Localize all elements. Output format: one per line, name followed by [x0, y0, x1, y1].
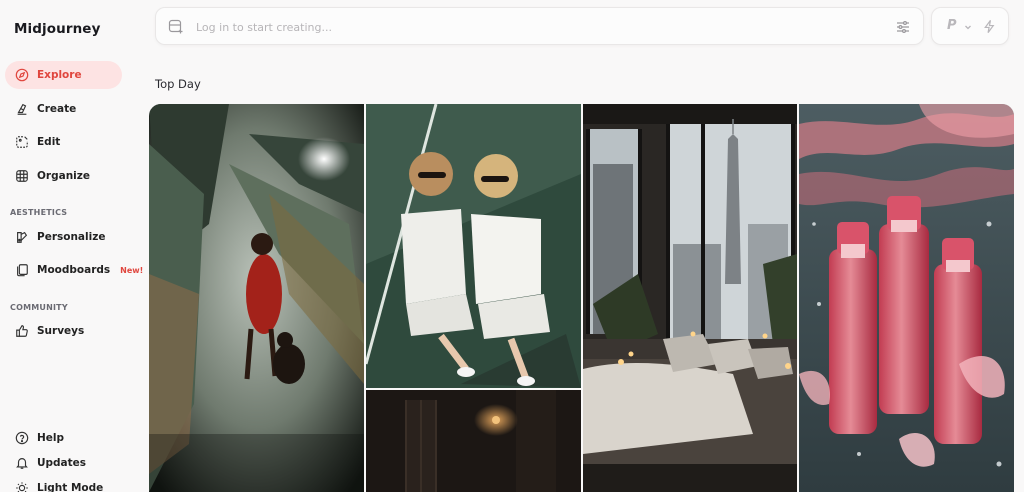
- new-badge: New!: [120, 265, 144, 275]
- sidebar-item-label: Edit: [37, 136, 61, 148]
- gallery-image-pink-bottles[interactable]: [799, 104, 1014, 492]
- settings-sliders-icon[interactable]: [895, 19, 911, 35]
- moodboard-icon: [17, 264, 28, 277]
- sidebar-item-label: Create: [37, 103, 77, 115]
- prompt-input[interactable]: [196, 18, 886, 36]
- lightning-icon[interactable]: [982, 19, 997, 34]
- sidebar-item-label: Light Mode: [37, 482, 104, 492]
- sidebar-item-organize[interactable]: Organize: [5, 162, 122, 190]
- bell-icon: [16, 458, 28, 469]
- help-icon: [15, 431, 29, 445]
- prompt-bar: [155, 7, 924, 45]
- sidebar-item-label: Surveys: [37, 325, 85, 337]
- sidebar-item-light-mode[interactable]: Light Mode: [5, 474, 122, 492]
- section-title: Top Day: [155, 77, 201, 91]
- sidebar-item-label: Moodboards: [37, 264, 111, 276]
- sidebar-item-create[interactable]: Create: [5, 95, 122, 123]
- sun-icon: [16, 482, 28, 492]
- personalize-icon: [17, 231, 28, 243]
- brush-icon: [17, 103, 27, 115]
- section-label-aesthetics: AESTHETICS: [10, 208, 68, 217]
- add-image-icon[interactable]: [168, 19, 184, 35]
- gallery-image-convenience-store[interactable]: [149, 104, 364, 492]
- edit-frame-icon: [16, 136, 28, 148]
- chevron-down-icon[interactable]: [964, 23, 972, 31]
- sidebar-item-personalize[interactable]: Personalize: [5, 223, 122, 251]
- gallery-image-dark-interior[interactable]: [366, 390, 581, 492]
- grid-icon: [16, 170, 28, 182]
- gallery-image-tennis-court[interactable]: [366, 104, 581, 388]
- compass-icon: [15, 68, 29, 82]
- profile-controls: P: [931, 7, 1009, 45]
- sidebar-item-label: Organize: [37, 170, 91, 182]
- gallery-image-nyc-bedroom[interactable]: [583, 104, 797, 492]
- sidebar-item-help[interactable]: Help: [5, 424, 122, 452]
- profile-selector[interactable]: P: [947, 18, 957, 33]
- sidebar-item-surveys[interactable]: Surveys: [5, 317, 122, 345]
- sidebar-item-moodboards[interactable]: Moodboards New!: [5, 256, 143, 284]
- sidebar-item-edit[interactable]: Edit: [5, 128, 122, 156]
- sidebar: Midjourney Explore Create Edit Organize …: [0, 0, 143, 492]
- sidebar-item-label: Help: [37, 432, 65, 444]
- sidebar-item-explore[interactable]: Explore: [5, 61, 122, 89]
- sidebar-item-label: Explore: [37, 69, 82, 81]
- brand-logo[interactable]: Midjourney: [14, 21, 100, 37]
- section-label-community: COMMUNITY: [10, 303, 68, 312]
- thumbs-up-icon: [16, 325, 28, 337]
- sidebar-item-label: Updates: [37, 457, 87, 469]
- app-root: Midjourney Explore Create Edit Organize …: [0, 0, 1024, 492]
- sidebar-item-label: Personalize: [37, 231, 106, 243]
- sidebar-item-updates[interactable]: Updates: [5, 449, 122, 477]
